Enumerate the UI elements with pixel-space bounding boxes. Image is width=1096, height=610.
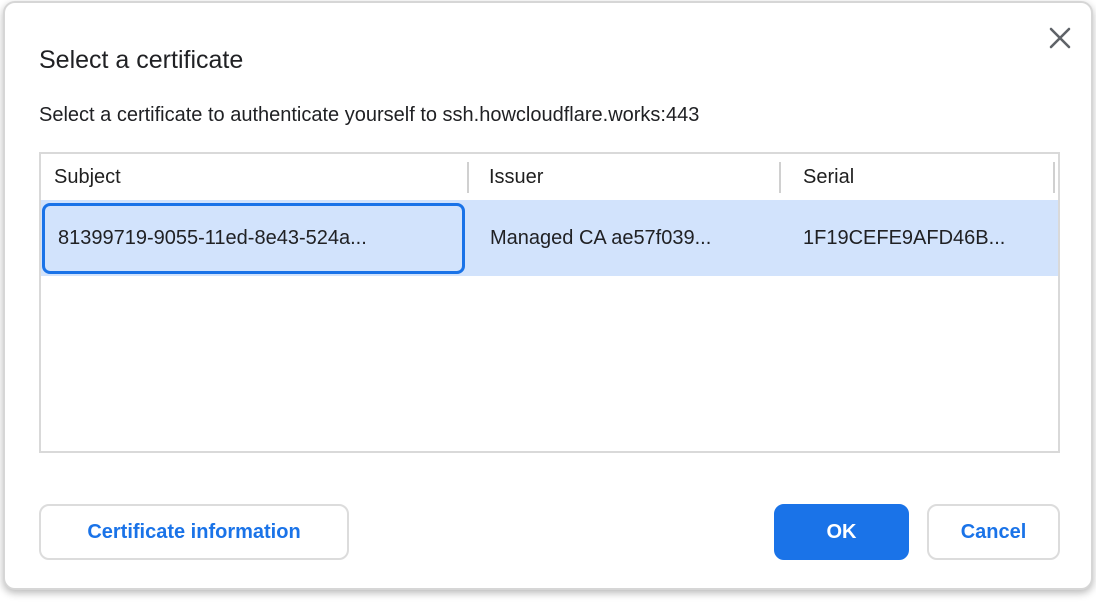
cell-issuer[interactable]: Managed CA ae57f039... [467, 200, 779, 276]
close-icon [1049, 27, 1071, 49]
column-header-label: Issuer [489, 166, 543, 189]
dialog-subtitle: Select a certificate to authenticate you… [39, 104, 699, 127]
cell-subject[interactable]: 81399719-9055-11ed-8e43-524a... [41, 200, 467, 276]
table-header: Subject Issuer Serial [41, 154, 1058, 200]
column-header-subject: Subject [41, 154, 467, 200]
close-button[interactable] [1043, 21, 1077, 55]
ok-button[interactable]: OK [774, 504, 909, 560]
column-header-label: Subject [54, 166, 121, 189]
table-row[interactable]: 81399719-9055-11ed-8e43-524a... Managed … [41, 200, 1058, 276]
cell-subject-text: 81399719-9055-11ed-8e43-524a... [58, 227, 367, 250]
certificate-dialog: Select a certificate Select a certificat… [3, 1, 1093, 590]
column-header-label: Serial [803, 166, 854, 189]
dialog-title: Select a certificate [39, 46, 243, 75]
cell-serial[interactable]: 1F19CEFE9AFD46B... [779, 200, 1058, 276]
cell-serial-text: 1F19CEFE9AFD46B... [803, 227, 1005, 250]
column-divider [467, 162, 469, 193]
cell-issuer-text: Managed CA ae57f039... [490, 227, 711, 250]
column-header-serial: Serial [779, 154, 1058, 200]
column-header-issuer: Issuer [467, 154, 779, 200]
certificate-table: Subject Issuer Serial 81399719-9055-11ed… [39, 152, 1060, 453]
column-divider [1053, 162, 1055, 193]
certificate-information-button[interactable]: Certificate information [39, 504, 349, 560]
column-divider [779, 162, 781, 193]
cancel-button[interactable]: Cancel [927, 504, 1060, 560]
